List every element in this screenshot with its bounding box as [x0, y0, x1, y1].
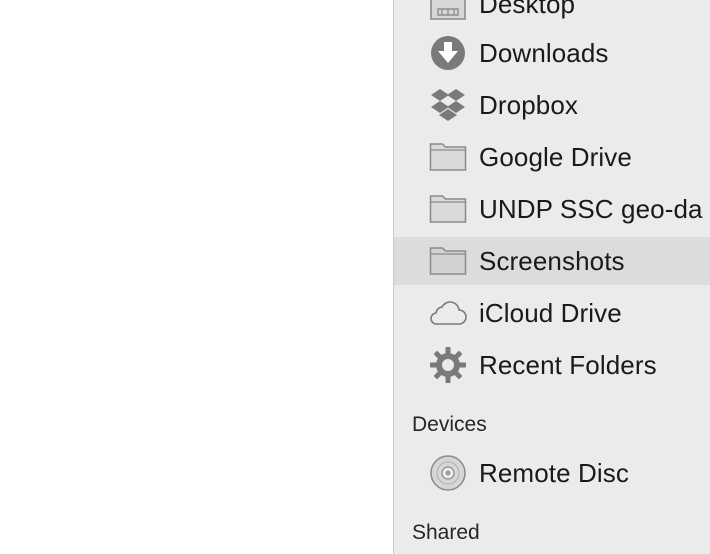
sidebar-item-google-drive[interactable]: Google Drive [394, 133, 710, 181]
sidebar-item-remote-disc[interactable]: Remote Disc [394, 449, 710, 497]
folder-icon [428, 189, 468, 229]
finder-sidebar: Desktop Downloads Dropbox Google Drive U… [393, 0, 710, 554]
sidebar-item-dropbox[interactable]: Dropbox [394, 81, 710, 129]
sidebar-item-undp-ssc[interactable]: UNDP SSC geo-da [394, 185, 710, 233]
sidebar-item-icloud-drive[interactable]: iCloud Drive [394, 289, 710, 337]
sidebar-item-label: iCloud Drive [479, 297, 622, 328]
sidebar-item-label: Screenshots [479, 245, 625, 276]
sidebar-item-label: Remote Disc [479, 457, 629, 488]
folder-icon [428, 137, 468, 177]
sidebar-item-label: Desktop [479, 0, 576, 19]
shared-section-header: Shared [412, 521, 480, 544]
devices-section-header: Devices [412, 413, 487, 436]
sidebar-item-label: Dropbox [479, 89, 578, 120]
sidebar-item-recent-folders[interactable]: Recent Folders [394, 341, 710, 389]
sidebar-item-label: Recent Folders [479, 349, 657, 380]
icloud-icon [428, 293, 468, 333]
sidebar-item-label: Downloads [479, 37, 609, 68]
sidebar-item-label: Google Drive [479, 141, 632, 172]
window: Desktop Downloads Dropbox Google Drive U… [0, 0, 710, 554]
downloads-icon [428, 33, 468, 73]
sidebar-item-desktop[interactable]: Desktop [394, 0, 710, 28]
folder-icon [428, 241, 468, 281]
desktop-folder-icon [428, 0, 468, 24]
sidebar-item-screenshots[interactable]: Screenshots [394, 237, 710, 285]
dropbox-icon [428, 85, 468, 125]
disc-icon [428, 453, 468, 493]
sidebar-item-label: UNDP SSC geo-da [479, 193, 703, 224]
sidebar-item-downloads[interactable]: Downloads [394, 29, 710, 77]
gear-icon [428, 345, 468, 385]
